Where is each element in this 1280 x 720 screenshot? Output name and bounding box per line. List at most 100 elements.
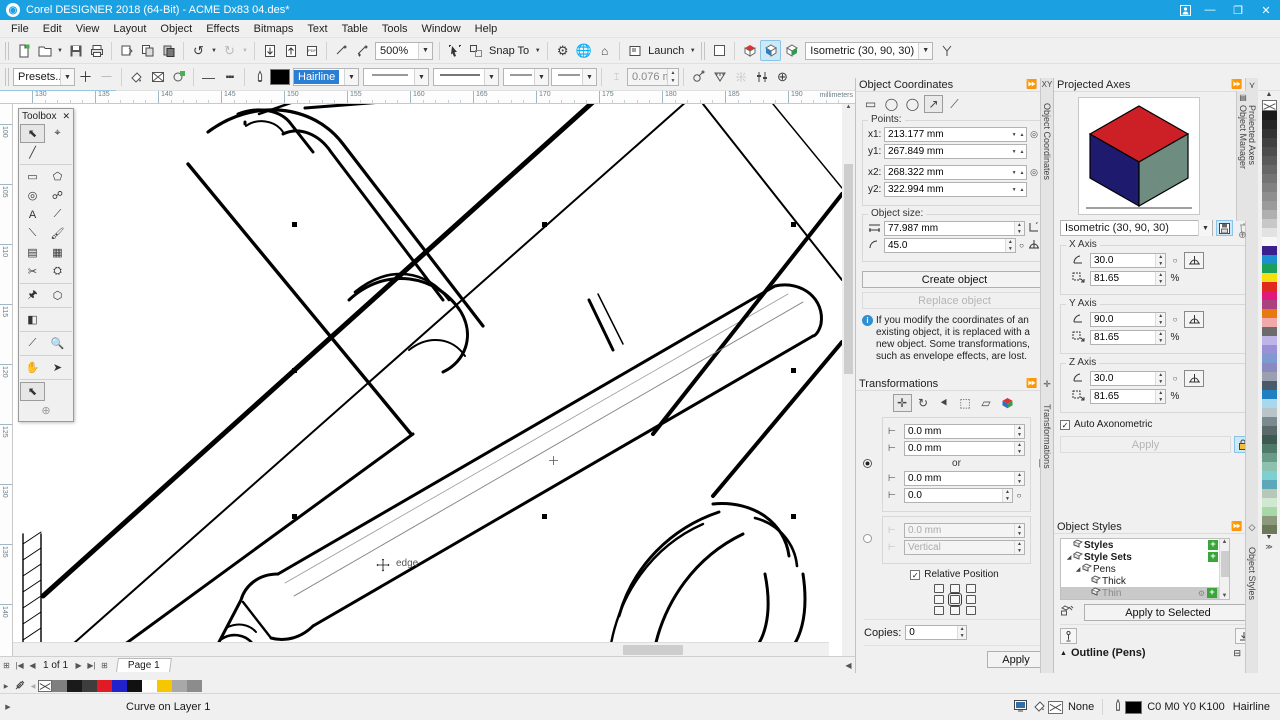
vertical-offset-input[interactable] [905,442,1014,455]
palette-swatch[interactable] [1261,120,1277,129]
document-palette-swatch[interactable] [187,680,202,692]
palette-swatch[interactable] [1261,507,1277,516]
home-icon[interactable]: ⌂ [594,40,615,61]
collapse-icon[interactable]: ⏩ [1231,521,1243,532]
close-icon[interactable]: ✕ [62,111,70,122]
axis-angle-field[interactable]: ▲▼ [1090,371,1166,386]
palette-swatch[interactable] [1261,453,1277,462]
no-color-swatch[interactable] [1261,100,1277,111]
palette-swatch[interactable] [1261,516,1277,525]
anchor-point-grid[interactable] [856,584,1053,615]
no-fill-swatch[interactable] [38,680,52,692]
shape-tool-icon[interactable]: ⌖ [45,124,70,143]
print-icon[interactable] [86,40,107,61]
style-tree-row[interactable]: Styles + [1061,539,1229,551]
style-options-icon[interactable]: ⚙ [1196,589,1207,598]
axis-scale-spinner[interactable]: ▲ ▼ [1155,390,1165,403]
size-angle-field[interactable]: ▲▼ [884,238,1016,253]
size-length-spinner[interactable]: ▲ ▼ [1013,222,1024,235]
selection-handle[interactable] [542,222,547,227]
fill-none-swatch[interactable] [1047,700,1063,714]
options-gear-icon[interactable]: ⚙ [552,40,573,61]
vertical-offset-field[interactable]: ▲▼ [904,441,1025,456]
palette-swatch[interactable] [1261,237,1277,246]
size-length-field[interactable]: ▲▼ [884,221,1025,236]
outline-color-status-swatch[interactable] [1125,700,1143,714]
palette-more-icon[interactable]: ≫ [1265,543,1272,552]
palette-swatch[interactable] [1261,489,1277,498]
chevron-down-icon[interactable]: ▼ [418,42,432,59]
export-icon[interactable] [280,40,301,61]
zoom-in-icon[interactable] [352,40,373,61]
multipoint-line-coords-icon[interactable]: ⟋ [945,95,964,113]
outline-pen-icon[interactable] [249,67,270,88]
axonometric-transform-icon[interactable] [998,394,1017,412]
palette-swatch[interactable] [1261,255,1277,264]
create-object-button[interactable]: Create object [862,271,1047,288]
palette-prev-icon[interactable]: ◀ [28,683,38,690]
drawing-canvas[interactable]: edge [13,104,842,656]
style-add-icon[interactable]: + [1208,540,1218,550]
document-palette-swatch[interactable] [142,680,157,692]
projection-iso-icon[interactable] [760,40,782,61]
menu-object[interactable]: Object [153,21,199,37]
pick-arrow-tool-icon[interactable]: ➤ [45,358,70,377]
line-width-combo[interactable]: ▼ [433,68,499,86]
document-palette-swatch[interactable] [127,680,142,692]
copies-input[interactable] [906,626,957,639]
styles-tree[interactable]: Styles+◢Style Sets+◢PensThickThin⚙+🗑Refl… [1060,538,1230,600]
horizontal-offset-spinner[interactable]: ▲ ▼ [1013,425,1024,438]
minimize-button[interactable]: — [1196,0,1224,20]
outline-dashed-icon[interactable]: ▪▪▪ [219,67,240,88]
menu-layout[interactable]: Layout [106,21,153,37]
angle-offset-input[interactable] [905,489,1002,502]
axis-angle-spinner[interactable]: ▲ ▼ [1155,313,1165,326]
collapse-icon[interactable]: ⏩ [1231,79,1243,90]
menu-effects[interactable]: Effects [199,21,246,37]
style-tree-row[interactable]: ◢ Pens [1061,563,1229,575]
pick-tool-icon[interactable]: ⬉ [20,124,45,143]
palette-swatch[interactable] [1261,498,1277,507]
transformations-side-tab[interactable]: ✛ Transformations [1040,377,1053,673]
point-input[interactable] [885,128,1011,141]
palette-swatch[interactable] [1261,462,1277,471]
zoom-marker-tool-icon[interactable]: 🖈 [20,286,45,305]
palette-swatch[interactable] [1261,111,1277,120]
axis-angle-spinner[interactable]: ▲ ▼ [1155,372,1165,385]
new-page-button[interactable]: ⊞ [98,661,111,670]
ellipse-tool-icon[interactable]: ◎ [20,186,45,205]
projection-preset-combo[interactable]: Isometric (30, 90, 30) ▼ [805,41,934,60]
menu-bitmaps[interactable]: Bitmaps [247,21,301,37]
snap-to-dropdown-icon[interactable]: ▼ [532,40,543,61]
weld-shapes-icon[interactable] [709,67,730,88]
palette-swatch[interactable] [1261,147,1277,156]
menu-view[interactable]: View [69,21,107,37]
menu-tools[interactable]: Tools [375,21,415,37]
collapse-icon[interactable]: ⏩ [1026,79,1038,90]
transform-apply-button[interactable]: Apply [987,651,1045,668]
canvas-vertical-scrollbar[interactable]: ▲ [842,104,855,656]
vertical-offset-spinner[interactable]: ▲ ▼ [1013,442,1024,455]
redo-dropdown-icon[interactable]: ▼ [240,40,250,61]
document-palette-swatch[interactable] [157,680,172,692]
axis-scale-spinner[interactable]: ▲ ▼ [1155,272,1165,285]
callout-tool-icon[interactable]: ☍ [45,186,70,205]
anchor-center[interactable] [947,593,962,606]
palette-swatch[interactable] [1261,282,1277,291]
object-manager-side-tab[interactable]: ▤ Object Manager [1236,91,1249,221]
chevron-down-icon[interactable]: ▼ [60,69,74,85]
axes-settings-icon[interactable] [936,40,957,61]
palette-swatch[interactable] [1261,246,1277,255]
selection-handle[interactable] [292,514,297,519]
axis-angle-field[interactable]: ▲▼ [1090,312,1166,327]
selection-handle[interactable] [542,514,547,519]
toolbox-title-bar[interactable]: Toolbox ✕ [19,109,73,123]
snap-to-label[interactable]: Snap To [486,45,532,57]
launch-icon[interactable] [624,40,645,61]
palette-swatch[interactable] [1261,354,1277,363]
palette-swatch[interactable] [1261,426,1277,435]
zoom-out-icon[interactable] [331,40,352,61]
import-icon[interactable] [259,40,280,61]
no-fill-icon[interactable] [147,67,168,88]
copies-field[interactable]: ▲▼ [905,625,968,640]
